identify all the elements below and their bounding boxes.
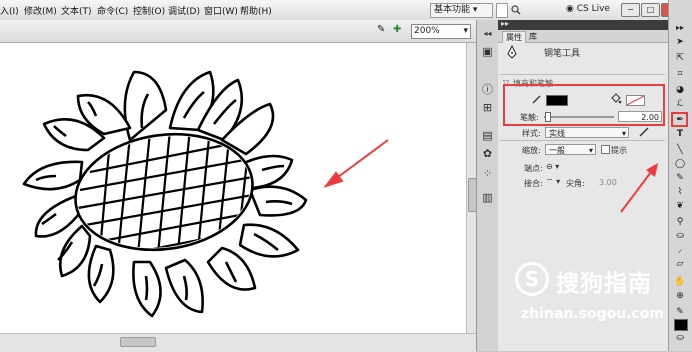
menu-text[interactable]: 文本(T) xyxy=(61,4,92,17)
panel-header: ▸▸ xyxy=(498,19,668,30)
hint-checkbox[interactable] xyxy=(601,145,610,154)
tab-library[interactable]: 库 xyxy=(526,31,540,42)
menu-control[interactable]: 控制(O) xyxy=(133,4,165,17)
deco-icon[interactable]: ❦ xyxy=(673,200,687,212)
menu-commands[interactable]: 命令(C) xyxy=(97,4,128,17)
search-icon[interactable] xyxy=(511,5,521,15)
subselect-icon[interactable]: ⇱ xyxy=(673,52,687,64)
join-style-icon: ⌔ xyxy=(546,177,554,186)
cap-style-button[interactable]: ⊖ ▾ xyxy=(546,162,559,171)
style-label: 样式: xyxy=(522,129,541,138)
divider xyxy=(500,140,665,141)
style-select[interactable]: 实线 ▾ xyxy=(545,127,629,138)
pen-tool-icon xyxy=(507,45,517,59)
zoom-select[interactable]: 200% ▾ xyxy=(411,24,471,39)
arrow-icon[interactable]: ➤ xyxy=(673,36,687,48)
collapse-panel-icon[interactable]: ▸▸ xyxy=(501,19,509,28)
bucket-icon[interactable]: ⛀ xyxy=(673,230,687,242)
divider xyxy=(500,74,665,75)
menu-modify[interactable]: 修改(M) xyxy=(24,4,57,17)
lasso-icon[interactable]: ℒ xyxy=(673,98,687,110)
horizontal-scrollbar[interactable] xyxy=(0,333,476,352)
scale-label: 缩放: xyxy=(522,146,541,155)
fill-color-tool-icon[interactable]: ⛀ xyxy=(673,332,687,344)
cs-live-icon: ◉ xyxy=(566,4,577,14)
restore-button[interactable]: □ xyxy=(641,3,660,17)
miter-value[interactable]: 3.00 xyxy=(599,178,617,187)
panel-tabs: 属性 库 xyxy=(498,30,668,43)
eyedropper-icon[interactable]: ⸝ xyxy=(673,244,687,256)
zoom-value: 200% xyxy=(414,26,440,36)
menu-insert[interactable]: 入(I) xyxy=(0,4,19,17)
brush-icon[interactable]: ⌇ xyxy=(673,186,687,198)
menu-bar: 入(I) 修改(M) 文本(T) 命令(C) 控制(O) 调试(D) 窗口(W)… xyxy=(0,0,692,21)
menu-debug[interactable]: 调试(D) xyxy=(168,4,200,17)
annotation-arrow xyxy=(620,163,658,213)
horizontal-scroll-thumb[interactable] xyxy=(120,337,156,347)
components-icon[interactable]: ▥ xyxy=(480,190,495,205)
stroke-color-tool-icon[interactable]: ✎ xyxy=(673,306,687,318)
join-label: 接合: xyxy=(524,179,543,188)
edit-symbols-icon[interactable]: ✎ xyxy=(377,24,385,35)
watermark-url: zhinan.sogou.com xyxy=(521,306,664,322)
watermark-text: 搜狗指南 xyxy=(556,271,652,297)
line-icon[interactable]: ╲ xyxy=(673,144,687,156)
style-value: 实线 xyxy=(549,129,565,138)
motion-presets-icon[interactable]: ⁘ xyxy=(480,166,495,181)
align-icon[interactable]: ⊞ xyxy=(480,100,495,115)
sogou-logo: S xyxy=(515,262,549,296)
color-icon[interactable]: ▤ xyxy=(480,128,495,143)
edit-scene-icon[interactable]: ✚ xyxy=(393,24,401,35)
search-input[interactable] xyxy=(496,3,508,18)
highlight-box xyxy=(671,112,688,127)
free-transform-icon[interactable]: ⌗ xyxy=(673,68,687,80)
stroke-color-chip[interactable] xyxy=(674,319,688,331)
hand-icon[interactable]: ✋ xyxy=(673,276,687,288)
highlight-box xyxy=(503,84,665,126)
bone-icon[interactable]: ⚲ xyxy=(673,216,687,228)
tool-name: 钢笔工具 xyxy=(544,49,581,59)
workspace-dropdown[interactable]: 基本功能 ▾ xyxy=(430,3,493,18)
text-icon[interactable]: T xyxy=(673,128,687,140)
edit-stroke-style-icon[interactable] xyxy=(638,126,650,138)
pencil-icon[interactable]: ✎ xyxy=(673,172,687,184)
stage-toolbar: ✎ ✚ 200% ▾ xyxy=(0,20,476,43)
swatches-icon[interactable]: ✿ xyxy=(480,146,495,161)
menu-help[interactable]: 帮助(H) xyxy=(240,4,272,17)
tab-properties[interactable]: 属性 xyxy=(502,31,526,43)
scale-value: 一般 xyxy=(549,146,565,155)
properties-dock-icon[interactable]: ▣ xyxy=(480,44,495,59)
oval-icon[interactable]: ◯ xyxy=(673,158,687,170)
collapse-icon[interactable]: ◂◂ xyxy=(480,26,495,41)
zoom-icon[interactable]: ⊕ xyxy=(673,290,687,302)
eraser-icon[interactable]: ▱ xyxy=(673,258,687,270)
minimize-button[interactable]: − xyxy=(621,3,640,17)
3d-rotation-icon[interactable]: ◕ xyxy=(673,84,687,96)
collapse-tools-icon[interactable]: ▸▸ xyxy=(673,22,687,34)
menu-window[interactable]: 窗口(W) xyxy=(204,4,238,17)
cs-live-button[interactable]: ◉ CS Live xyxy=(566,4,610,14)
cs-live-label: CS Live xyxy=(576,4,610,14)
end-label: 端点: xyxy=(524,164,543,173)
sunflower-drawing xyxy=(22,70,389,318)
workspace-label: 基本功能 xyxy=(434,5,471,15)
scale-select[interactable]: 一般 ▾ xyxy=(545,144,596,155)
info-icon[interactable]: ⓘ xyxy=(480,82,495,97)
annotation-arrow xyxy=(323,139,389,188)
join-style-button[interactable]: ⌔ ▾ xyxy=(546,177,560,187)
miter-label: 尖角: xyxy=(566,179,585,188)
cap-style-icon: ⊖ xyxy=(546,162,553,171)
stage-canvas[interactable] xyxy=(0,43,466,333)
hint-label: 提示 xyxy=(611,146,627,155)
